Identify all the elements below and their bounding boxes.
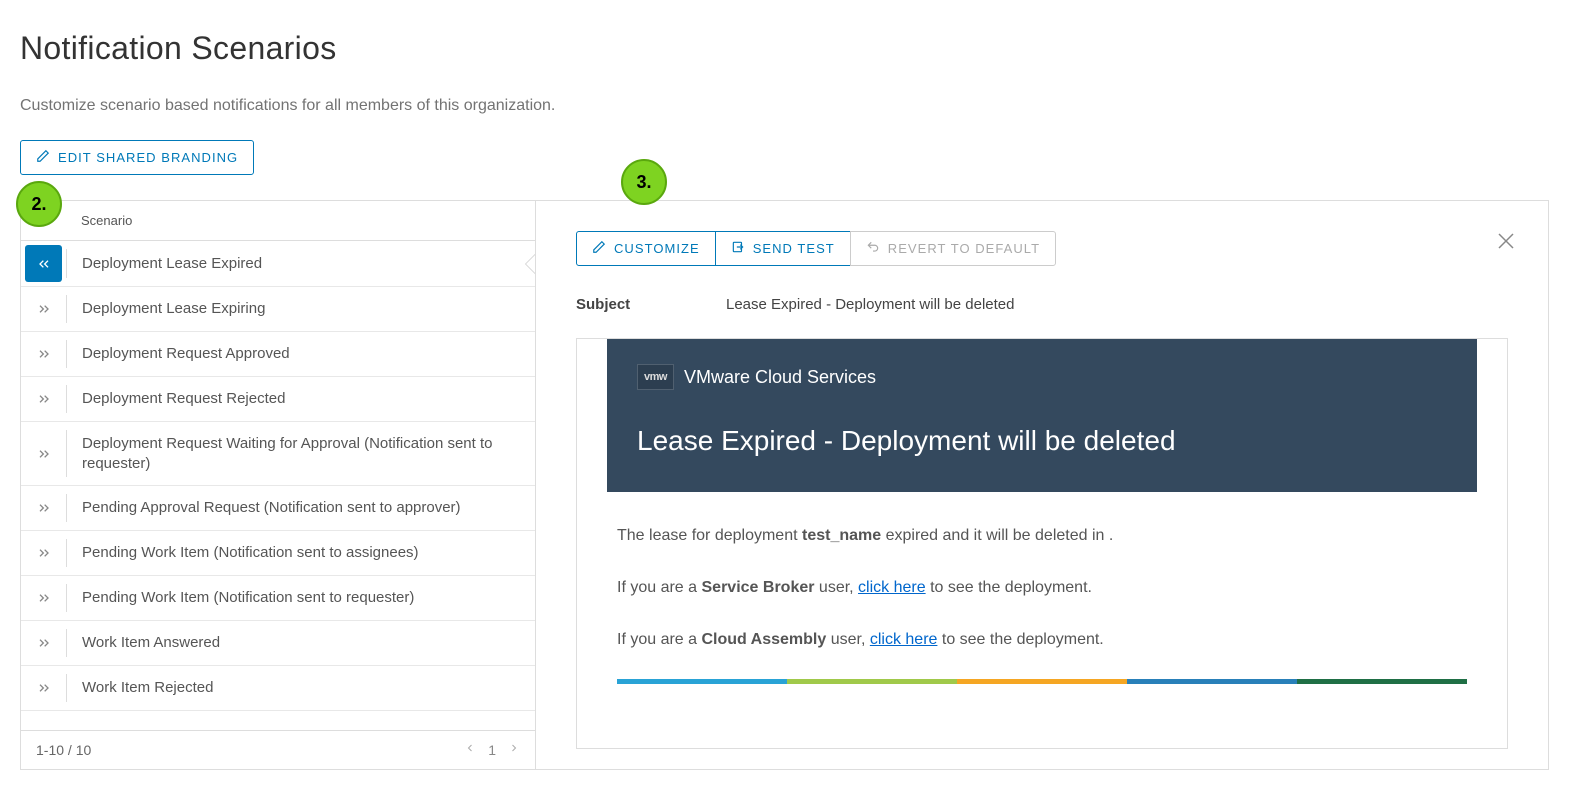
scenario-row[interactable]: Deployment Request Rejected xyxy=(21,377,535,422)
expand-icon[interactable] xyxy=(21,666,66,710)
scenario-list-header: Scenario xyxy=(21,201,535,241)
revert-button: REVERT TO DEFAULT xyxy=(850,231,1056,266)
collapse-icon[interactable] xyxy=(25,245,62,282)
scenario-row[interactable]: Pending Work Item (Notification sent to … xyxy=(21,531,535,576)
edit-shared-branding-label: EDIT SHARED BRANDING xyxy=(58,150,238,165)
page-title: Notification Scenarios xyxy=(20,30,1549,67)
email-text: to see the deployment. xyxy=(926,579,1092,596)
page-next-button[interactable] xyxy=(508,741,520,759)
email-text: If you are a xyxy=(617,579,702,596)
expand-icon[interactable] xyxy=(21,287,66,331)
scenario-row[interactable]: Deployment Request Approved xyxy=(21,332,535,377)
close-detail-button[interactable] xyxy=(1494,229,1518,253)
scenario-row[interactable]: Deployment Lease Expired xyxy=(21,241,535,287)
subject-value: Lease Expired - Deployment will be delet… xyxy=(726,296,1015,313)
scenario-row[interactable]: Pending Work Item (Notification sent to … xyxy=(21,576,535,621)
undo-icon xyxy=(866,240,880,257)
email-bold: Service Broker xyxy=(702,579,815,596)
scenario-list-footer: 1-10 / 10 1 xyxy=(21,730,535,769)
expand-icon[interactable] xyxy=(21,377,66,421)
scenario-label: Deployment Request Approved xyxy=(67,332,535,376)
email-header: vmw VMware Cloud Services Lease Expired … xyxy=(607,339,1477,492)
email-text: user, xyxy=(826,631,870,648)
scenario-label: Work Item Answered xyxy=(67,621,535,665)
email-bold: Cloud Assembly xyxy=(702,631,827,648)
pencil-icon xyxy=(592,240,606,257)
email-text: The lease for deployment xyxy=(617,527,802,544)
send-test-label: SEND TEST xyxy=(753,241,835,256)
email-body: The lease for deployment test_name expir… xyxy=(607,522,1477,684)
scenario-label: Pending Work Item (Notification sent to … xyxy=(67,531,535,575)
detail-toolbar: CUSTOMIZE SEND TEST REVERT TO DEFAULT xyxy=(576,231,1508,266)
expand-icon[interactable] xyxy=(21,422,66,485)
scenario-label: Pending Approval Request (Notification s… xyxy=(67,486,535,530)
scenario-list-pane: Scenario Deployment Lease ExpiredDeploym… xyxy=(21,201,536,769)
scenario-row[interactable]: Work Item Rejected xyxy=(21,666,535,711)
callout-2: 2. xyxy=(16,181,62,227)
email-text: to see the deployment. xyxy=(937,631,1103,648)
scenario-label: Deployment Request Waiting for Approval … xyxy=(67,422,535,485)
scenario-row[interactable]: Pending Approval Request (Notification s… xyxy=(21,486,535,531)
customize-button[interactable]: CUSTOMIZE xyxy=(576,231,716,266)
revert-label: REVERT TO DEFAULT xyxy=(888,241,1040,256)
pagination-range: 1-10 / 10 xyxy=(36,742,91,758)
scenario-detail-pane: CUSTOMIZE SEND TEST REVERT TO DEFAULT Su… xyxy=(536,201,1548,769)
brand-name: VMware Cloud Services xyxy=(684,367,876,388)
email-text: expired and it will be deleted in . xyxy=(881,527,1113,544)
cloud-assembly-link[interactable]: click here xyxy=(870,631,938,648)
expand-icon[interactable] xyxy=(21,332,66,376)
pencil-icon xyxy=(36,149,50,166)
email-title: Lease Expired - Deployment will be delet… xyxy=(637,425,1447,457)
scenario-label: Deployment Lease Expiring xyxy=(67,287,535,331)
color-strip xyxy=(617,679,1467,684)
vmware-logo: vmw xyxy=(637,364,674,390)
send-test-button[interactable]: SEND TEST xyxy=(715,231,851,266)
customize-label: CUSTOMIZE xyxy=(614,241,700,256)
email-preview-container[interactable]: vmw VMware Cloud Services Lease Expired … xyxy=(576,338,1508,749)
scenario-row[interactable]: Deployment Request Waiting for Approval … xyxy=(21,422,535,486)
scenario-label: Pending Work Item (Notification sent to … xyxy=(67,576,535,620)
service-broker-link[interactable]: click here xyxy=(858,579,926,596)
expand-icon[interactable] xyxy=(21,486,66,530)
scenario-row[interactable]: Deployment Lease Expiring xyxy=(21,287,535,332)
expand-icon[interactable] xyxy=(21,531,66,575)
email-text: user, xyxy=(814,579,858,596)
callout-3: 3. xyxy=(621,159,667,205)
page-prev-button[interactable] xyxy=(464,741,476,759)
email-text: If you are a xyxy=(617,631,702,648)
current-page: 1 xyxy=(488,742,496,758)
send-icon xyxy=(731,240,745,257)
expand-icon[interactable] xyxy=(21,576,66,620)
scenario-label: Deployment Request Rejected xyxy=(67,377,535,421)
scenario-row[interactable]: Work Item Answered xyxy=(21,621,535,666)
scenario-label: Deployment Lease Expired xyxy=(67,241,535,286)
subject-label: Subject xyxy=(576,296,726,313)
expand-icon[interactable] xyxy=(21,621,66,665)
email-bold: test_name xyxy=(802,527,881,544)
page-subtitle: Customize scenario based notifications f… xyxy=(20,97,1549,115)
edit-shared-branding-button[interactable]: EDIT SHARED BRANDING xyxy=(20,140,254,175)
scenario-label: Work Item Rejected xyxy=(67,666,535,710)
